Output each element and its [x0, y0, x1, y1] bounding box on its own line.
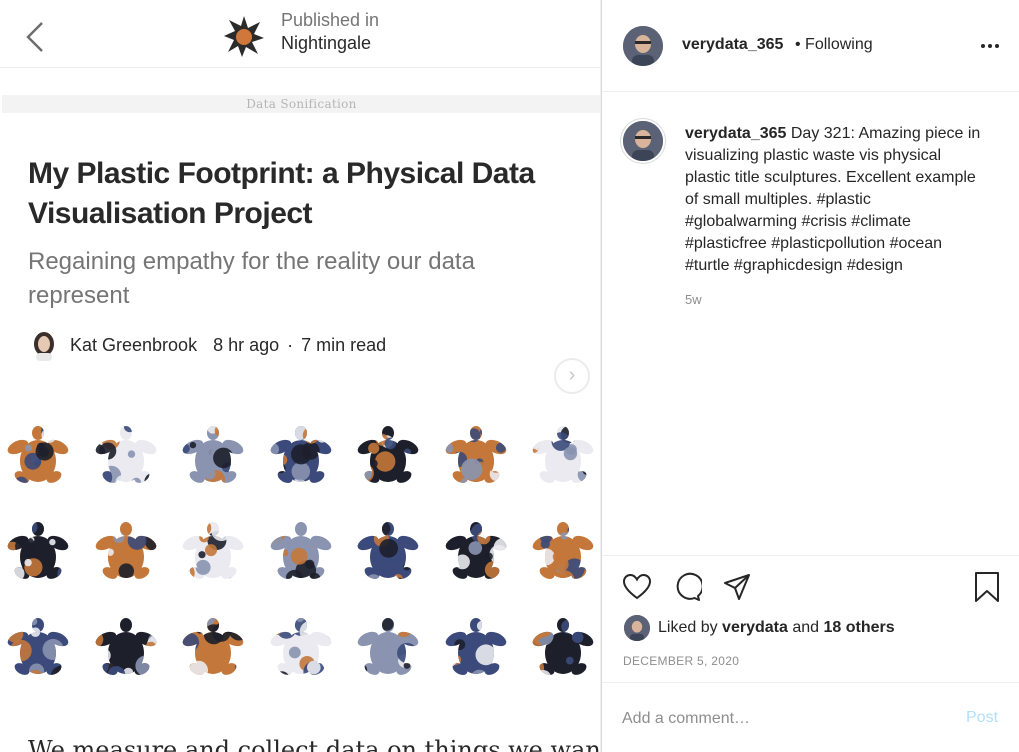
article-image-panel: Published in Nightingale Data Sonificati… [0, 0, 601, 752]
turtle-sculpture [531, 522, 595, 582]
article-subtitle: Regaining empathy for the reality our da… [28, 248, 475, 309]
post-caption: verydata_365 Day 321: Amazing piece in v… [602, 92, 1019, 555]
article-title: My Plastic Footprint: a Physical Data Vi… [28, 157, 535, 230]
turtle-sculpture [6, 618, 70, 678]
turtle-sculpture [181, 426, 245, 486]
turtle-sculpture [93, 426, 158, 486]
turtle-sculpture [268, 522, 333, 582]
read-time: 7 min read [301, 334, 387, 355]
turtle-sculpture [181, 522, 245, 582]
turtle-sculpture [356, 426, 420, 486]
turtle-sculpture [443, 618, 508, 678]
post-sidebar: verydata_365 • Following verydata_365 Da… [601, 0, 1019, 752]
turtle-sculpture [443, 426, 508, 486]
turtle-sculpture [6, 522, 70, 582]
article-tag[interactable]: Data Sonification [2, 95, 600, 113]
publish-time: 8 hr ago [213, 334, 280, 355]
article-header: Published in Nightingale [0, 0, 600, 68]
turtle-sculpture [6, 426, 70, 486]
user-photo-icon [624, 615, 650, 641]
publication-info[interactable]: Published in Nightingale [281, 9, 379, 55]
liked-by-user[interactable]: verydata [722, 619, 788, 637]
liked-and-label: and [792, 619, 820, 636]
post-header: verydata_365 • Following [602, 0, 1019, 92]
turtle-sculpture [181, 618, 245, 678]
comment-bar: Post [602, 682, 1019, 752]
author-avatar[interactable] [30, 329, 58, 361]
liked-others-link[interactable]: 18 others [823, 619, 894, 637]
caption-username[interactable]: verydata_365 [685, 125, 786, 142]
likes-summary: Liked by verydata and 18 others [624, 614, 895, 642]
turtle-sculpture-grid [0, 425, 600, 690]
more-horizontal-icon[interactable] [978, 34, 1002, 58]
post-date[interactable]: DECEMBER 5, 2020 [623, 654, 739, 668]
published-in-label: Published in [281, 10, 380, 30]
turtle-sculpture [93, 522, 158, 582]
meta-separator: · [287, 334, 294, 355]
turtle-sculpture [268, 426, 333, 486]
caption-avatar[interactable] [621, 119, 665, 163]
post-actions: Liked by verydata and 18 others DECEMBER… [602, 555, 1019, 752]
author-row: Kat Greenbrook 8 hr ago · 7 min read [30, 328, 386, 362]
back-chevron-icon[interactable] [22, 20, 48, 54]
publication-name[interactable]: Nightingale [281, 32, 379, 55]
turtle-sculpture [531, 426, 595, 486]
user-photo-icon [623, 121, 663, 161]
article-body-text: We measure and collect data on things we… [28, 736, 601, 752]
turtle-sculpture [531, 618, 595, 678]
nightingale-logo-icon [224, 16, 264, 57]
author-name[interactable]: Kat Greenbrook [70, 335, 197, 356]
liked-by-label: Liked by [658, 619, 718, 636]
caption-time[interactable]: 5w [685, 292, 702, 307]
bookmark-icon[interactable] [972, 572, 1002, 602]
share-icon[interactable] [722, 572, 752, 602]
liker-avatar[interactable] [624, 615, 650, 641]
caption-body: Day 321: Amazing piece in visualizing pl… [685, 125, 981, 274]
user-photo-icon [623, 26, 663, 66]
post-comment-button[interactable]: Post [966, 709, 998, 727]
avatar[interactable] [623, 26, 663, 66]
comment-input[interactable] [622, 705, 942, 733]
caption-text: verydata_365 Day 321: Amazing piece in v… [685, 123, 987, 277]
turtle-sculpture [443, 522, 508, 582]
comment-icon[interactable] [672, 572, 702, 602]
carousel-next-button[interactable]: › [554, 358, 590, 394]
heart-icon[interactable] [622, 572, 652, 602]
turtle-sculpture [93, 618, 158, 678]
turtle-sculpture [268, 618, 333, 678]
turtle-sculpture [356, 618, 420, 678]
following-status[interactable]: • Following [795, 36, 873, 54]
post-username[interactable]: verydata_365 [682, 36, 783, 54]
turtle-sculpture [356, 522, 420, 582]
